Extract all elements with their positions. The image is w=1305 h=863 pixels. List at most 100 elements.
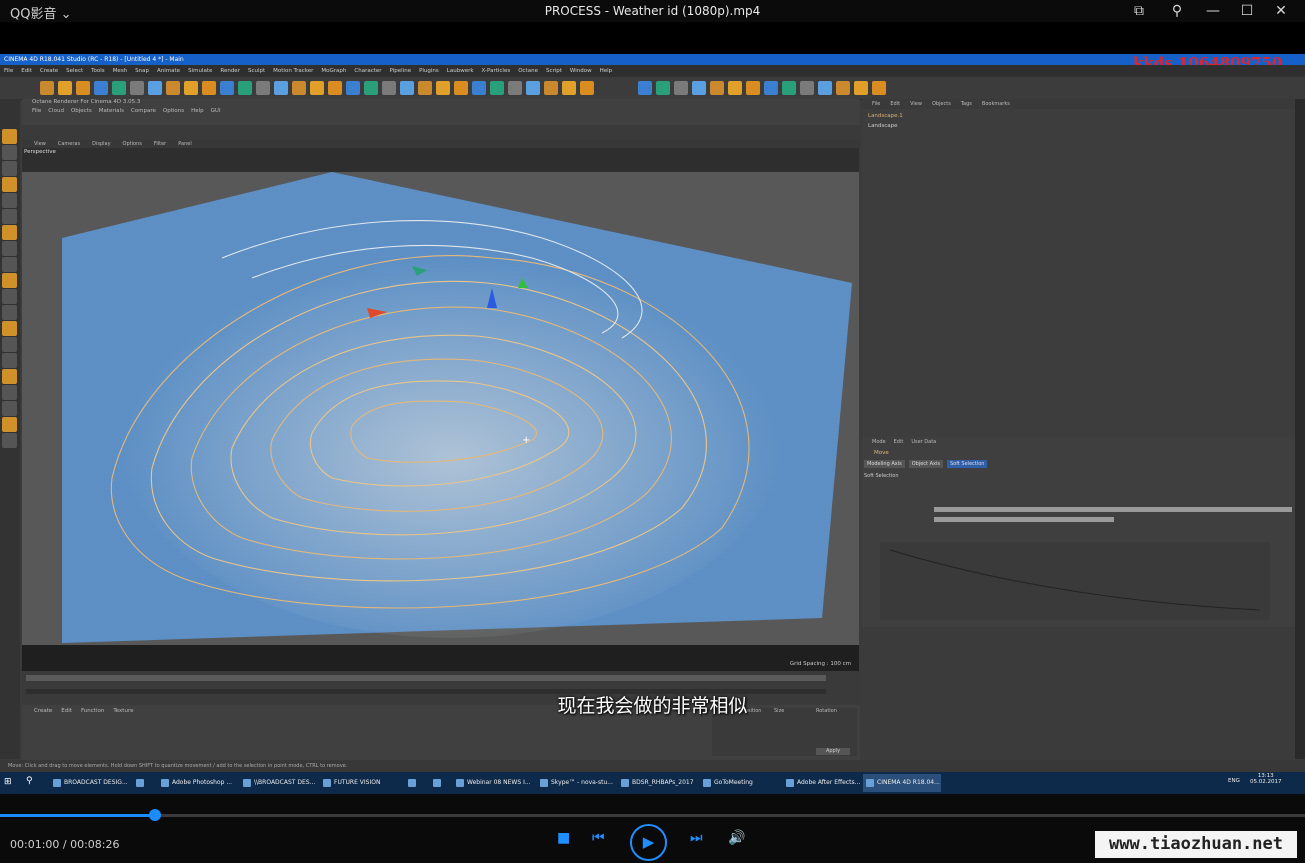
left-tool-icon[interactable] <box>2 177 17 192</box>
toolbar-tool-icon[interactable] <box>454 81 468 95</box>
toolbar-tool-icon[interactable] <box>710 81 724 95</box>
timeline-ruler[interactable] <box>26 675 826 681</box>
toolbar-tool-icon[interactable] <box>674 81 688 95</box>
left-tool-icon[interactable] <box>2 305 17 320</box>
c4d-menu-item[interactable]: Sculpt <box>248 68 265 74</box>
previous-icon[interactable]: ⏮ <box>592 830 605 846</box>
toolbar-tool-icon[interactable] <box>94 81 108 95</box>
toolbar-tool-icon[interactable] <box>764 81 778 95</box>
toolbar-tool-icon[interactable] <box>436 81 450 95</box>
c4d-menu-item[interactable]: Simulate <box>188 68 212 74</box>
c4d-menu-item[interactable]: Script <box>546 68 562 74</box>
progress-thumb[interactable] <box>149 809 162 821</box>
left-tool-icon[interactable] <box>2 145 17 160</box>
left-tool-icon[interactable] <box>2 129 17 144</box>
toolbar-tool-icon[interactable] <box>782 81 796 95</box>
object-menu-item[interactable]: Tags <box>961 101 972 107</box>
viewport-menu-item[interactable]: Filter <box>154 141 166 147</box>
windows-start-icon[interactable]: ⊞ <box>4 777 14 787</box>
play-button[interactable]: ▶ <box>630 824 667 861</box>
maximize-icon[interactable]: ☐ <box>1238 2 1256 20</box>
left-tool-icon[interactable] <box>2 161 17 176</box>
toolbar-tool-icon[interactable] <box>638 81 652 95</box>
c4d-menu-item[interactable]: MoGraph <box>321 68 346 74</box>
object-landscape-1[interactable]: Landscape.1 <box>868 113 903 119</box>
c4d-menu-item[interactable]: Create <box>40 68 58 74</box>
volume-icon[interactable]: 🔊 <box>728 830 745 846</box>
c4d-menu-item[interactable]: Edit <box>21 68 32 74</box>
c4d-menu-item[interactable]: Mesh <box>113 68 127 74</box>
object-landscape[interactable]: Landscape <box>868 123 898 129</box>
toolbar-tool-icon[interactable] <box>148 81 162 95</box>
toolbar-tool-icon[interactable] <box>238 81 252 95</box>
toolbar-tool-icon[interactable] <box>382 81 396 95</box>
toolbar-tool-icon[interactable] <box>508 81 522 95</box>
attribute-menu-item[interactable]: Mode <box>872 439 886 445</box>
c4d-menu-item[interactable]: Render <box>220 68 240 74</box>
taskbar-app[interactable]: Skype™ - nova-stu... <box>537 774 615 792</box>
object-menu-item[interactable]: Edit <box>890 101 900 107</box>
toolbar-tool-icon[interactable] <box>256 81 270 95</box>
toolbar-tool-icon[interactable] <box>526 81 540 95</box>
attribute-menu-item[interactable]: User Data <box>911 439 936 445</box>
taskbar-app[interactable] <box>405 774 425 792</box>
left-tool-icon[interactable] <box>2 433 17 448</box>
object-menu-item[interactable]: View <box>910 101 922 107</box>
object-menu-item[interactable]: File <box>872 101 880 107</box>
toolbar-tool-icon[interactable] <box>274 81 288 95</box>
minimize-icon[interactable]: — <box>1204 2 1222 20</box>
toolbar-tool-icon[interactable] <box>580 81 594 95</box>
c4d-menu-item[interactable]: File <box>4 68 13 74</box>
toolbar-tool-icon[interactable] <box>692 81 706 95</box>
taskbar-app[interactable]: BROADCAST DESIG... <box>50 774 128 792</box>
toolbar-tool-icon[interactable] <box>746 81 760 95</box>
toolbar-tool-icon[interactable] <box>202 81 216 95</box>
octane-menu-item[interactable]: File <box>32 108 41 114</box>
viewport-menu-item[interactable]: Panel <box>178 141 192 147</box>
taskbar-lang[interactable]: ENG <box>1228 778 1240 784</box>
attribute-menu-item[interactable]: Edit <box>894 439 904 445</box>
video-frame[interactable]: CINEMA 4D R18.041 Studio (RC - R18) - [U… <box>0 54 1305 794</box>
toolbar-tool-icon[interactable] <box>544 81 558 95</box>
taskbar-app[interactable]: CINEMA 4D R18.04... <box>863 774 941 792</box>
toolbar-tool-icon[interactable] <box>364 81 378 95</box>
c4d-menu-item[interactable]: Octane <box>518 68 538 74</box>
mini-mode-icon[interactable]: ⧉ <box>1130 2 1148 20</box>
apply-button[interactable]: Apply <box>816 748 850 755</box>
c4d-menu-item[interactable]: Select <box>66 68 83 74</box>
toolbar-tool-icon[interactable] <box>328 81 342 95</box>
c4d-menu-item[interactable]: Character <box>354 68 381 74</box>
toolbar-tool-icon[interactable] <box>872 81 886 95</box>
left-tool-icon[interactable] <box>2 225 17 240</box>
c4d-menu-item[interactable]: X-Particles <box>482 68 511 74</box>
octane-menu-item[interactable]: Options <box>163 108 184 114</box>
left-tool-icon[interactable] <box>2 417 17 432</box>
progress-track[interactable] <box>0 814 1305 817</box>
viewport-menu-item[interactable]: Cameras <box>58 141 80 147</box>
left-tool-icon[interactable] <box>2 257 17 272</box>
toolbar-tool-icon[interactable] <box>346 81 360 95</box>
toolbar-tool-icon[interactable] <box>130 81 144 95</box>
octane-menu-item[interactable]: Help <box>191 108 204 114</box>
toolbar-tool-icon[interactable] <box>58 81 72 95</box>
left-tool-icon[interactable] <box>2 241 17 256</box>
attribute-tab[interactable]: Soft Selection <box>946 460 988 468</box>
toolbar-tool-icon[interactable] <box>728 81 742 95</box>
toolbar-tool-icon[interactable] <box>292 81 306 95</box>
left-tool-icon[interactable] <box>2 369 17 384</box>
attribute-tab[interactable]: Modeling Axis <box>864 460 905 468</box>
left-tool-icon[interactable] <box>2 193 17 208</box>
c4d-menu-item[interactable]: Pipeline <box>390 68 412 74</box>
taskbar-app[interactable] <box>430 774 450 792</box>
c4d-menu-item[interactable]: Snap <box>135 68 149 74</box>
viewport-perspective[interactable]: Perspective + Grid Spacing: 100 cm <box>22 148 859 671</box>
left-tool-icon[interactable] <box>2 353 17 368</box>
attribute-tab[interactable]: Object Axis <box>908 460 943 468</box>
toolbar-tool-icon[interactable] <box>220 81 234 95</box>
toolbar-tool-icon[interactable] <box>418 81 432 95</box>
left-tool-icon[interactable] <box>2 289 17 304</box>
taskbar-app[interactable]: BDSR_RHBAPs_2017 <box>618 774 696 792</box>
taskbar-app[interactable]: \\BROADCAST DES... <box>240 774 318 792</box>
octane-menu-item[interactable]: Cloud <box>48 108 64 114</box>
toolbar-tool-icon[interactable] <box>818 81 832 95</box>
